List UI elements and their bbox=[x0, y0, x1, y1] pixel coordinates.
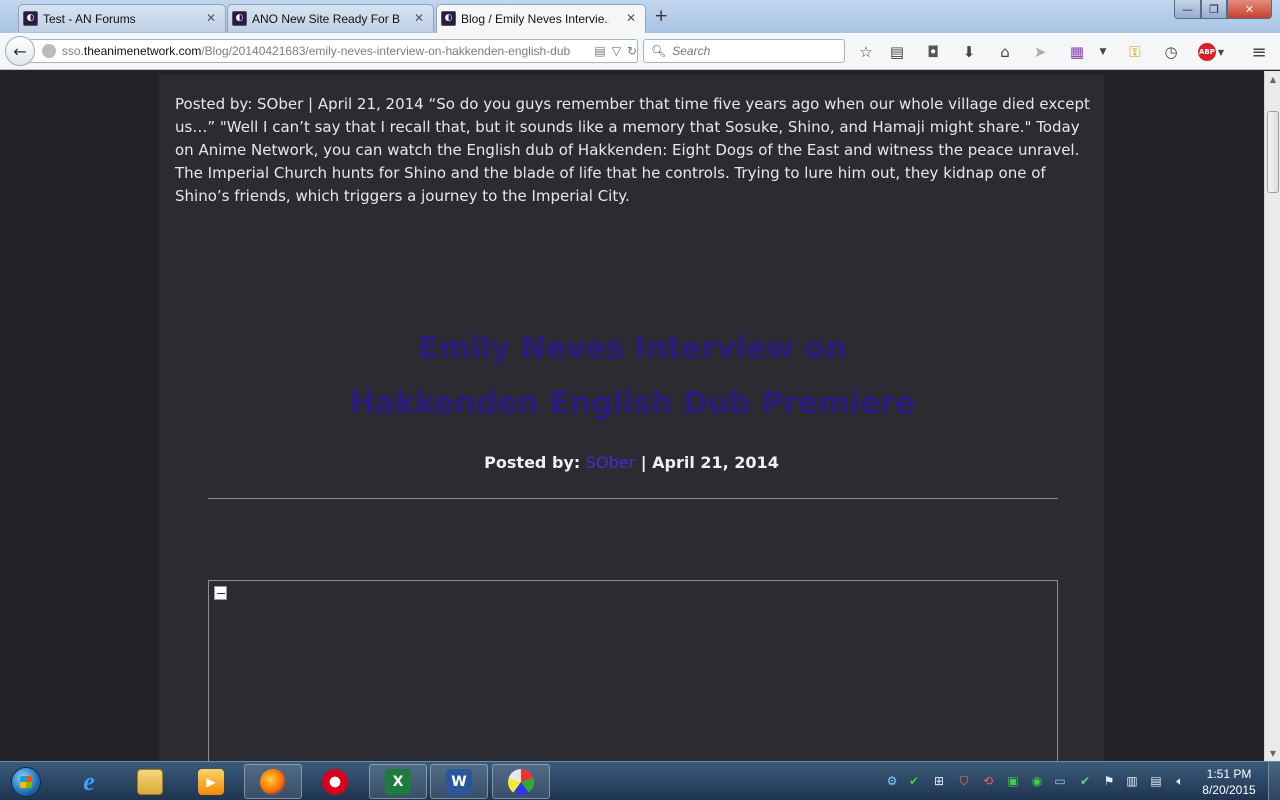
taskbar-app-excel[interactable]: X bbox=[369, 764, 427, 799]
tab-title: Blog / Emily Neves Intervie... bbox=[461, 12, 609, 26]
reload-icon[interactable]: ↻ bbox=[627, 44, 637, 58]
volume-icon[interactable]: 🔈︎ bbox=[1172, 773, 1188, 789]
site-favicon-icon: ◐ bbox=[23, 11, 38, 26]
folder-icon bbox=[137, 768, 163, 795]
reader-view-icon[interactable]: ▤ bbox=[594, 44, 605, 58]
taskbar-app-internet-explorer[interactable]: e bbox=[60, 764, 118, 799]
system-clock[interactable]: 1:51 PM 8/20/2015 bbox=[1194, 766, 1264, 798]
headline-line-2[interactable]: Hakkenden English Dub Premiere bbox=[350, 386, 916, 421]
tab-an-forums[interactable]: ◐ Test - AN Forums ✕ bbox=[18, 4, 226, 32]
article-summary: Posted by: SOber | April 21, 2014 “So do… bbox=[175, 95, 1090, 205]
adblock-icon[interactable]: ABP ▼ bbox=[1198, 42, 1224, 62]
tray-update-icon[interactable]: ⟲ bbox=[980, 773, 996, 789]
vertical-scrollbar[interactable]: ▲ ▼ bbox=[1264, 71, 1280, 761]
search-input[interactable] bbox=[672, 44, 843, 58]
opera-icon bbox=[322, 768, 348, 795]
headline-line-1[interactable]: Emily Neves Interview on bbox=[418, 331, 846, 366]
site-favicon-icon: ◐ bbox=[232, 11, 247, 26]
home-icon[interactable]: ⌂ bbox=[995, 42, 1015, 62]
tray-monitor-icon[interactable]: ▭ bbox=[1052, 773, 1068, 789]
back-arrow-icon: ← bbox=[13, 41, 27, 61]
tab-close-icon[interactable]: ✕ bbox=[626, 11, 636, 25]
taskbar-app-word[interactable]: W bbox=[430, 764, 488, 799]
tray-spotify-icon[interactable]: ◉ bbox=[1029, 773, 1045, 789]
search-icon: 🔍︎ bbox=[651, 44, 667, 58]
blog-article: Posted by: SOber | April 21, 2014 “So do… bbox=[159, 75, 1104, 761]
tab-blog-emily-neves[interactable]: ◐ Blog / Emily Neves Intervie... ✕ bbox=[436, 4, 646, 33]
grid-icon[interactable]: ▦ bbox=[1067, 42, 1087, 62]
navigation-toolbar: sso.theanimenetwork.com/Blog/20140421683… bbox=[0, 33, 1280, 70]
tab-title: Test - AN Forums bbox=[43, 11, 136, 26]
video-embed[interactable] bbox=[208, 580, 1058, 761]
bookmark-star-icon[interactable]: ☆ bbox=[856, 42, 876, 62]
tab-title: ANO New Site Ready For B... bbox=[252, 11, 400, 26]
broken-plugin-icon bbox=[214, 586, 227, 600]
new-tab-button[interactable]: + bbox=[654, 6, 668, 26]
excel-icon: X bbox=[385, 768, 411, 795]
media-play-icon: ▶ bbox=[198, 768, 224, 795]
search-bar[interactable]: 🔍︎ bbox=[643, 39, 845, 63]
start-button[interactable] bbox=[4, 763, 48, 800]
article-headline[interactable]: Emily Neves Interview on Hakkenden Engli… bbox=[175, 321, 1090, 431]
site-identity-icon[interactable] bbox=[42, 44, 56, 58]
tray-network-icon[interactable]: ▤ bbox=[1148, 773, 1164, 789]
scroll-up-icon[interactable]: ▲ bbox=[1265, 71, 1280, 87]
tray-app-icon[interactable]: ⚙ bbox=[884, 773, 900, 789]
tray-shield-icon[interactable]: ⛉ bbox=[956, 773, 972, 789]
tray-check-icon[interactable]: ✔ bbox=[906, 773, 922, 789]
taskbar-app-opera[interactable] bbox=[306, 764, 364, 799]
key-icon[interactable]: ⚿ bbox=[1125, 42, 1145, 62]
action-center-flag-icon[interactable]: ⚑ bbox=[1101, 773, 1117, 789]
tray-windows-icon[interactable]: ⊞ bbox=[931, 773, 947, 789]
url-text[interactable]: sso.theanimenetwork.com/Blog/20140421683… bbox=[62, 44, 588, 58]
url-bar[interactable]: sso.theanimenetwork.com/Blog/20140421683… bbox=[30, 39, 638, 63]
byline-separator: | bbox=[635, 453, 653, 472]
taskbar-app-paint[interactable] bbox=[492, 764, 550, 799]
site-favicon-icon: ◐ bbox=[441, 11, 456, 26]
tab-close-icon[interactable]: ✕ bbox=[206, 11, 216, 25]
taskbar-app-file-explorer[interactable] bbox=[121, 764, 179, 799]
close-window-button[interactable]: ✕ bbox=[1227, 0, 1272, 19]
taskbar-app-firefox[interactable] bbox=[244, 764, 302, 799]
dropdown-icon[interactable]: ▼ bbox=[1093, 42, 1113, 62]
article-byline: Posted by: SOber | April 21, 2014 bbox=[159, 453, 1104, 472]
byline-date: April 21, 2014 bbox=[652, 453, 779, 472]
tray-network-status-icon[interactable]: ▣ bbox=[1005, 773, 1021, 789]
tab-strip: ◐ Test - AN Forums ✕ ◐ ANO New Site Read… bbox=[0, 0, 1280, 33]
back-button[interactable]: ← bbox=[5, 36, 35, 66]
firefox-icon bbox=[260, 768, 286, 795]
maximize-button[interactable]: ❐ bbox=[1201, 0, 1227, 19]
clock-time: 1:51 PM bbox=[1206, 767, 1252, 781]
menu-icon[interactable]: ≡ bbox=[1249, 42, 1269, 63]
send-icon[interactable]: ➤ bbox=[1030, 42, 1050, 62]
divider bbox=[208, 498, 1058, 499]
windows-taskbar: e ▶ X W ⚙ ✔ ⊞ ⛉ ⟲ ▣ ◉ ▭ ✔ ⚑ ▥ ▤ 🔈︎ 1:51 … bbox=[0, 761, 1280, 800]
clock-date: 8/20/2015 bbox=[1202, 783, 1256, 797]
tray-sync-icon[interactable]: ✔ bbox=[1077, 773, 1093, 789]
pocket-icon[interactable]: ◘ bbox=[923, 42, 943, 62]
history-icon[interactable]: ◷ bbox=[1161, 42, 1181, 62]
reading-list-icon[interactable]: ▤ bbox=[887, 42, 907, 62]
show-desktop-button[interactable] bbox=[1268, 762, 1280, 800]
word-icon: W bbox=[446, 768, 472, 795]
author-link[interactable]: SOber bbox=[586, 453, 635, 472]
scroll-thumb[interactable] bbox=[1267, 111, 1279, 193]
url-dropdown-icon[interactable]: ▽ bbox=[612, 44, 621, 58]
taskbar-app-media-player[interactable]: ▶ bbox=[182, 764, 240, 799]
page-viewport: Posted by: SOber | April 21, 2014 “So do… bbox=[0, 71, 1264, 761]
tab-close-icon[interactable]: ✕ bbox=[414, 11, 424, 25]
windows-logo-icon bbox=[11, 766, 41, 797]
download-icon[interactable]: ⬇ bbox=[959, 42, 979, 62]
internet-explorer-icon: e bbox=[83, 766, 95, 796]
minimize-button[interactable]: — bbox=[1174, 0, 1201, 19]
tray-device-icon[interactable]: ▥ bbox=[1124, 773, 1140, 789]
scroll-down-icon[interactable]: ▼ bbox=[1265, 745, 1280, 761]
tab-ano-new-site[interactable]: ◐ ANO New Site Ready For B... ✕ bbox=[227, 4, 434, 32]
paint-palette-icon bbox=[508, 768, 534, 795]
byline-prefix: Posted by: bbox=[484, 453, 586, 472]
